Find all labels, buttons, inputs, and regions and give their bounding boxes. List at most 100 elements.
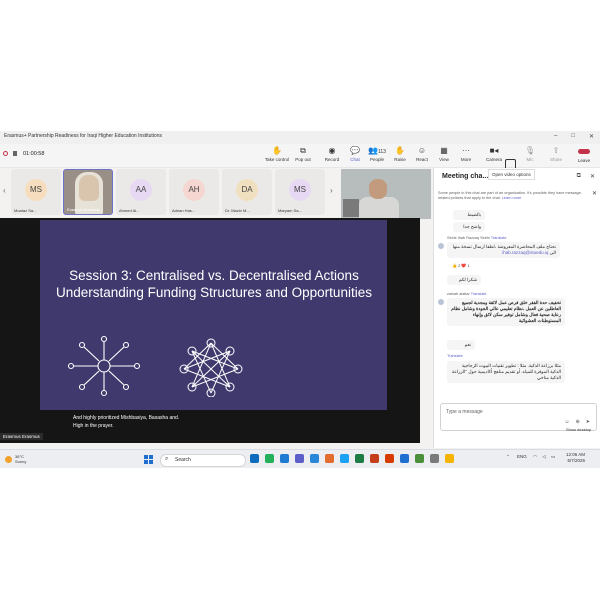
people-count: 113 (377, 149, 386, 155)
taskbar-search[interactable]: ⌕ Search (160, 454, 246, 467)
dismiss-notice-icon[interactable]: ✕ (592, 191, 597, 197)
taskbar-app-icon[interactable] (325, 454, 334, 463)
taskbar-app-icon[interactable] (430, 454, 439, 463)
more-icon: ··· (462, 146, 470, 155)
participant-tile[interactable]: DA Dr. Mazin M... (222, 169, 272, 215)
shared-content-stage: Session 3: Centralised vs. Decentralised… (0, 218, 420, 443)
participant-tile[interactable]: MS Maryam Sa... (275, 169, 325, 215)
emoji-icon[interactable]: ☺ (564, 419, 569, 425)
chat-message: شكرا لكم (447, 275, 481, 285)
taskbar-app-icon[interactable] (250, 454, 259, 463)
participant-name: Dr. Mazin M... (225, 208, 250, 213)
taskbar-app-icon[interactable] (340, 454, 349, 463)
taskbar-app-icon[interactable] (385, 454, 394, 463)
avatar (438, 299, 444, 305)
recording-icon (3, 151, 8, 156)
call-timer: 01:00:58 (23, 151, 45, 157)
compose-placeholder: Type a message (446, 409, 483, 415)
close-window-button[interactable]: ✕ (589, 133, 594, 140)
participant-name: Erasmus Erasmus (67, 207, 100, 212)
camera-label: Camera (485, 157, 502, 162)
language-indicator[interactable]: ENG (517, 454, 527, 459)
learn-more-link[interactable]: Learn more (502, 196, 521, 200)
taskbar-clock[interactable]: 12:06 AM 6/7/2026 (566, 452, 585, 464)
battery-icon[interactable]: ▭ (551, 454, 555, 459)
wifi-icon[interactable]: ◠ (533, 454, 537, 459)
avatar: DA (236, 179, 258, 201)
avatar: MS (289, 179, 311, 201)
pop-out-label: Pop out (295, 157, 311, 162)
system-tray[interactable]: ⌃ ENG ◠ ◁ ▭ (506, 454, 555, 460)
participant-name: Ahmed Al... (119, 208, 140, 213)
taskbar-app-icon[interactable] (415, 454, 424, 463)
search-icon: ⌕ (165, 456, 169, 462)
translate-link[interactable]: Translate (491, 236, 507, 240)
gallery-next-icon[interactable]: › (330, 186, 333, 195)
taskbar-app-icon[interactable] (400, 454, 409, 463)
participant-video-tile[interactable]: Erasmus Erasmus (63, 169, 113, 215)
chat-message: نحتاج ملف المحاضرة المعروضة ،لطفا ارسال … (447, 242, 560, 258)
taskbar-app-icon[interactable] (310, 454, 319, 463)
title-bar: Erasmus+ Partnership Readiness for Iraqi… (0, 131, 600, 145)
mic-label: Mic (526, 157, 534, 162)
tray-chevron-icon[interactable]: ⌃ (506, 454, 510, 459)
close-chat-icon[interactable]: ✕ (590, 173, 595, 180)
avatar: AA (130, 179, 152, 201)
share-button[interactable]: ⇪ Share (543, 146, 569, 162)
avatar: MS (25, 179, 47, 201)
taskbar-app-icon[interactable] (265, 454, 274, 463)
react-label: React (416, 157, 428, 162)
pop-out-button[interactable]: ⧉ Pop out (290, 146, 316, 162)
participant-tile[interactable]: AA Ahmed Al... (116, 169, 166, 215)
self-view (343, 199, 359, 217)
weather-condition: Sunny (15, 459, 27, 464)
speaker-video[interactable] (341, 169, 431, 219)
live-caption: And highly prioritized Mishbasiya, Basas… (73, 414, 273, 430)
gallery-prev-icon[interactable]: ‹ (3, 186, 6, 195)
search-label: Search (175, 457, 191, 463)
participant-tile[interactable]: AH Adnan Has... (169, 169, 219, 215)
chat-label: Chat (350, 157, 360, 162)
chat-message: مثلا برزاعة الذكية. مثلا : تطوير تقنيات … (447, 361, 565, 383)
take-control-button[interactable]: ✋ Take control (264, 146, 290, 162)
maximize-button[interactable]: □ (571, 133, 575, 140)
send-icon[interactable]: ➤ (586, 419, 590, 425)
participant-tile[interactable]: MS Moataz Sa... (11, 169, 61, 215)
message-sender: zainab alattar (447, 292, 470, 296)
taskbar-app-icon[interactable] (370, 454, 379, 463)
message-sender-line: zainab alattar Translate (447, 292, 486, 296)
view-label: View (439, 157, 449, 162)
email-link[interactable]: ihab.razzaq@stuedu.iq (502, 250, 548, 255)
message-reactions[interactable]: 👍 2 ❤️ 1 (452, 263, 470, 268)
recording-stop-icon[interactable] (13, 150, 17, 156)
teams-window: Erasmus+ Partnership Readiness for Iraqi… (0, 131, 600, 468)
window-controls: – □ ✕ (554, 133, 594, 140)
minimize-button[interactable]: – (554, 133, 557, 140)
taskbar-app-icon[interactable] (355, 454, 364, 463)
leave-button[interactable]: Leave (572, 146, 596, 163)
meeting-chat-panel: Meeting cha... ⧉ ✕ Some people in this c… (433, 168, 600, 448)
more-button[interactable]: ··· More (453, 146, 479, 162)
chat-message: تخفيف حدة الفقر خلق فرص عمل لائقة ومجدية… (447, 298, 565, 326)
window-title: Erasmus+ Partnership Readiness for Iraqi… (4, 133, 162, 139)
windows-start-icon[interactable] (144, 455, 153, 464)
translate-label: Translate (447, 354, 463, 358)
slide-title: Session 3: Centralised vs. Decentralised… (56, 268, 372, 300)
meeting-toolbar: 01:00:58 ✋ Take control ⧉ Pop out ◉ Reco… (0, 144, 600, 177)
taskbar-app-icon[interactable] (445, 454, 454, 463)
chat-message: واضح جدا (453, 222, 485, 232)
mic-button[interactable]: 🎙 Mic (517, 146, 543, 162)
attach-icon[interactable]: ⊕ (576, 419, 580, 425)
participant-name: Adnan Has... (172, 208, 196, 213)
avatar: AH (183, 179, 205, 201)
volume-icon[interactable]: ◁ (542, 454, 545, 459)
video-person-head (369, 179, 387, 199)
translate-link[interactable]: Translate (447, 354, 463, 358)
pop-out-chat-icon[interactable]: ⧉ (577, 173, 581, 180)
weather-text: 36°C Sunny (15, 454, 26, 464)
camera-button[interactable]: ■◂ Camera (481, 146, 507, 162)
more-label: More (460, 157, 472, 162)
translate-link[interactable]: Translate (471, 292, 487, 296)
taskbar-app-icon[interactable] (295, 454, 304, 463)
taskbar-app-icon[interactable] (280, 454, 289, 463)
